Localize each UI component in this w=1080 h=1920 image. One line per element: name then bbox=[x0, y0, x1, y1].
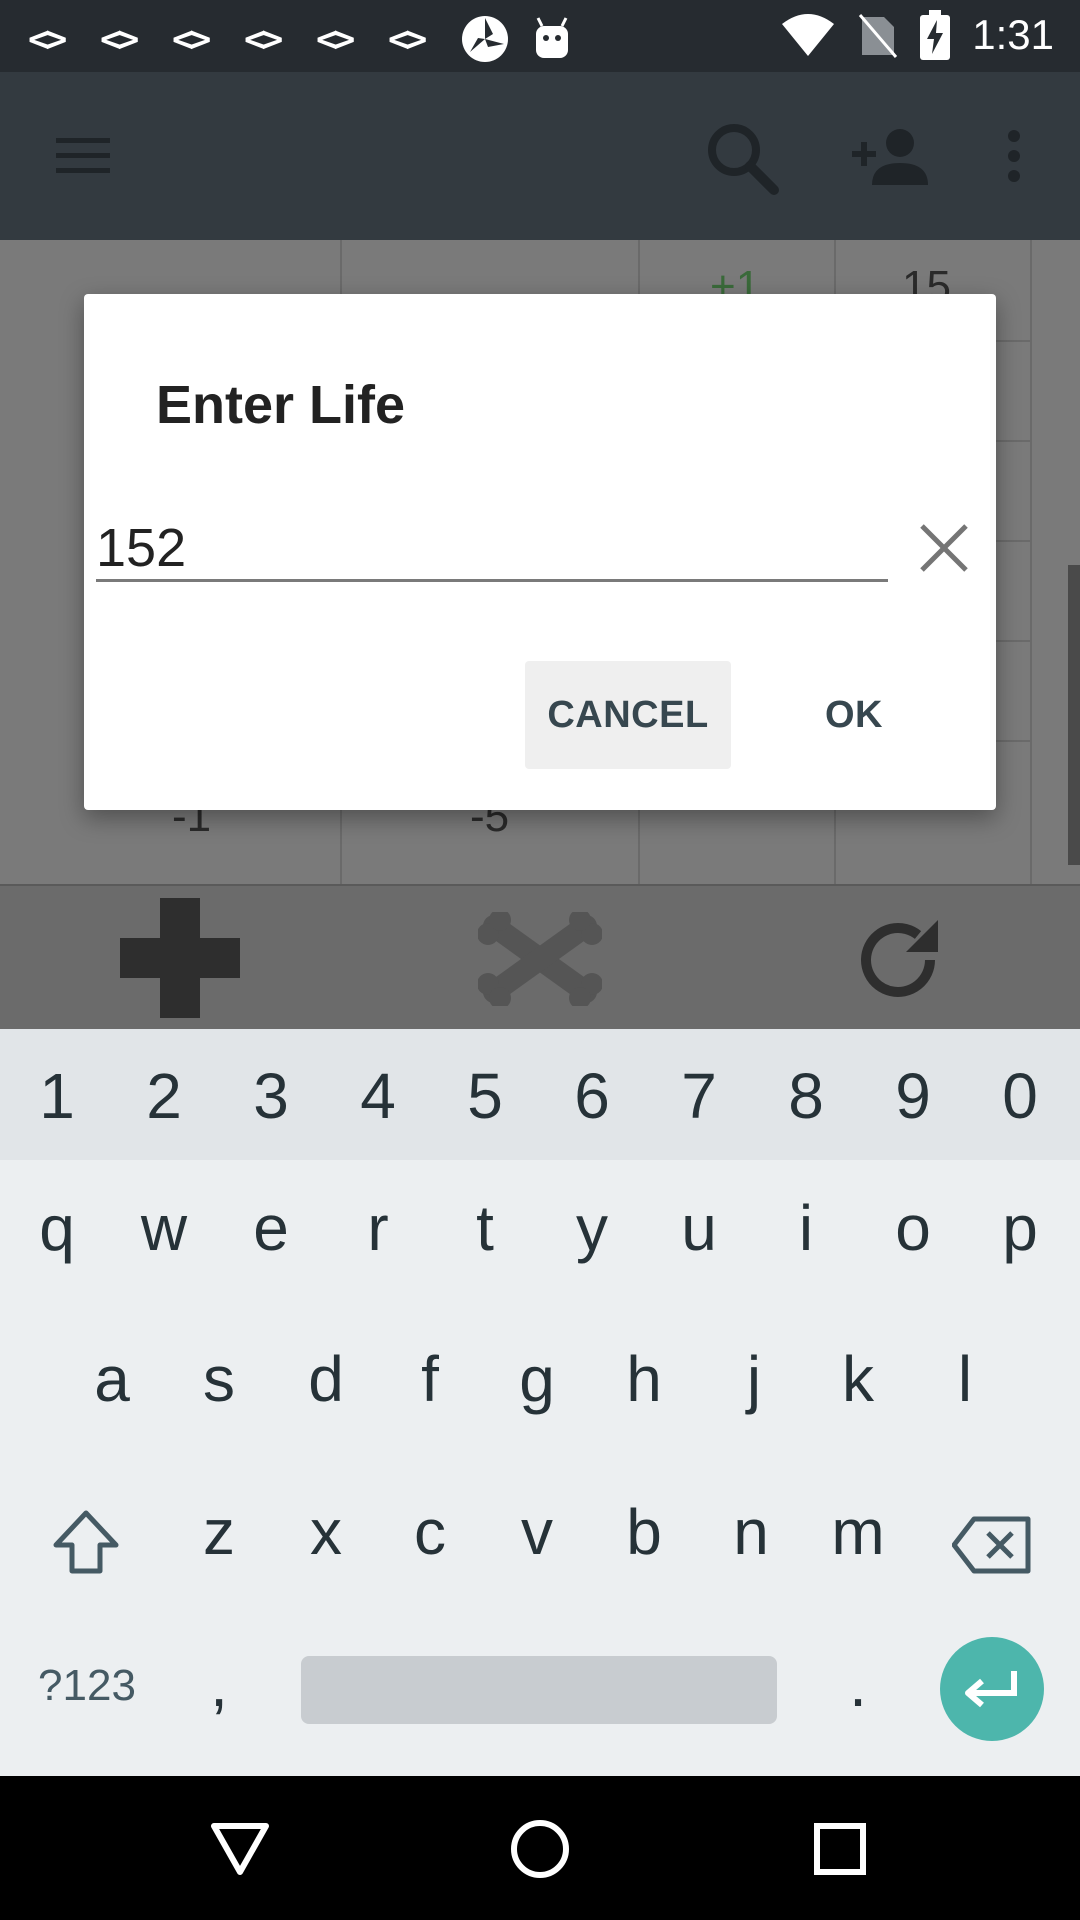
enter-icon bbox=[965, 1671, 1017, 1708]
key-l[interactable]: l bbox=[920, 1342, 1010, 1416]
home-icon[interactable] bbox=[510, 1819, 570, 1879]
key-9[interactable]: 9 bbox=[868, 1059, 958, 1133]
key-1[interactable]: 1 bbox=[12, 1059, 102, 1133]
backspace-icon[interactable] bbox=[952, 1515, 1032, 1575]
refresh-icon[interactable] bbox=[856, 916, 944, 1004]
key-x[interactable]: x bbox=[281, 1495, 371, 1569]
dialog-title: Enter Life bbox=[156, 375, 406, 435]
key-h[interactable]: h bbox=[599, 1342, 689, 1416]
code-icon: <> bbox=[172, 18, 211, 60]
key-r[interactable]: r bbox=[333, 1191, 423, 1265]
scrollbar[interactable] bbox=[1068, 565, 1080, 865]
key-u[interactable]: u bbox=[654, 1191, 744, 1265]
no-sim-icon bbox=[859, 14, 898, 58]
clear-icon[interactable] bbox=[914, 518, 974, 578]
enter-key[interactable] bbox=[940, 1637, 1044, 1741]
battery-charging-icon bbox=[920, 10, 951, 60]
recents-icon[interactable] bbox=[814, 1823, 866, 1875]
hamburger-icon[interactable] bbox=[54, 132, 114, 180]
keyboard-number-row: 1 2 3 4 5 6 7 8 9 0 bbox=[0, 1029, 1080, 1160]
key-2[interactable]: 2 bbox=[119, 1059, 209, 1133]
key-j[interactable]: j bbox=[709, 1342, 799, 1416]
more-vert-icon[interactable] bbox=[1000, 128, 1028, 184]
key-d[interactable]: d bbox=[281, 1342, 371, 1416]
code-icon: <> bbox=[28, 18, 67, 60]
navigation-bar bbox=[0, 1776, 1080, 1920]
plus-icon[interactable] bbox=[120, 898, 240, 1018]
key-n[interactable]: n bbox=[706, 1495, 796, 1569]
key-k[interactable]: k bbox=[813, 1342, 903, 1416]
key-g[interactable]: g bbox=[492, 1342, 582, 1416]
code-icon: <> bbox=[244, 18, 283, 60]
key-period[interactable]: . bbox=[813, 1647, 903, 1721]
app-bar bbox=[0, 72, 1080, 240]
code-icon: <> bbox=[100, 18, 139, 60]
key-e[interactable]: e bbox=[226, 1191, 316, 1265]
key-i[interactable]: i bbox=[761, 1191, 851, 1265]
android-icon bbox=[536, 17, 568, 58]
clock: 1:31 bbox=[972, 11, 1054, 58]
key-f[interactable]: f bbox=[385, 1342, 475, 1416]
enter-life-dialog: Enter Life CANCEL OK bbox=[84, 294, 996, 810]
key-7[interactable]: 7 bbox=[654, 1059, 744, 1133]
key-t[interactable]: t bbox=[440, 1191, 530, 1265]
shift-icon[interactable] bbox=[50, 1507, 122, 1579]
space-bar[interactable] bbox=[301, 1656, 777, 1724]
key-s[interactable]: s bbox=[174, 1342, 264, 1416]
status-right: 1:31 bbox=[780, 10, 1054, 60]
cancel-button[interactable]: CANCEL bbox=[525, 661, 731, 769]
action-toolbar bbox=[0, 884, 1080, 1029]
key-4[interactable]: 4 bbox=[333, 1059, 423, 1133]
key-p[interactable]: p bbox=[975, 1191, 1065, 1265]
code-icon: <> bbox=[316, 18, 355, 60]
life-input[interactable] bbox=[96, 516, 888, 582]
key-c[interactable]: c bbox=[385, 1495, 475, 1569]
key-5[interactable]: 5 bbox=[440, 1059, 530, 1133]
key-6[interactable]: 6 bbox=[547, 1059, 637, 1133]
key-3[interactable]: 3 bbox=[226, 1059, 316, 1133]
key-8[interactable]: 8 bbox=[761, 1059, 851, 1133]
key-0[interactable]: 0 bbox=[975, 1059, 1065, 1133]
status-bar: <> <> <> <> <> <> 1:31 bbox=[0, 0, 1080, 72]
code-icon: <> bbox=[388, 18, 427, 60]
key-q[interactable]: q bbox=[12, 1191, 102, 1265]
search-icon[interactable] bbox=[704, 120, 780, 196]
back-icon[interactable] bbox=[210, 1822, 270, 1876]
grid-divider bbox=[1030, 240, 1032, 884]
person-add-icon[interactable] bbox=[850, 127, 930, 187]
key-v[interactable]: v bbox=[492, 1495, 582, 1569]
wifi-icon bbox=[782, 14, 835, 56]
key-comma[interactable]: , bbox=[174, 1647, 264, 1721]
key-b[interactable]: b bbox=[599, 1495, 689, 1569]
key-a[interactable]: a bbox=[67, 1342, 157, 1416]
key-y[interactable]: y bbox=[547, 1191, 637, 1265]
key-z[interactable]: z bbox=[174, 1495, 264, 1569]
soft-keyboard: 1 2 3 4 5 6 7 8 9 0 q w e r t y u i o p … bbox=[0, 1029, 1080, 1776]
notification-icons: <> <> <> <> <> <> bbox=[28, 14, 572, 64]
key-w[interactable]: w bbox=[119, 1191, 209, 1265]
crossbones-icon[interactable] bbox=[478, 912, 602, 1006]
pinwheel-icon bbox=[462, 16, 508, 62]
symbols-key[interactable]: ?123 bbox=[22, 1661, 152, 1711]
ok-button[interactable]: OK bbox=[784, 661, 924, 769]
key-o[interactable]: o bbox=[868, 1191, 958, 1265]
key-m[interactable]: m bbox=[813, 1495, 903, 1569]
